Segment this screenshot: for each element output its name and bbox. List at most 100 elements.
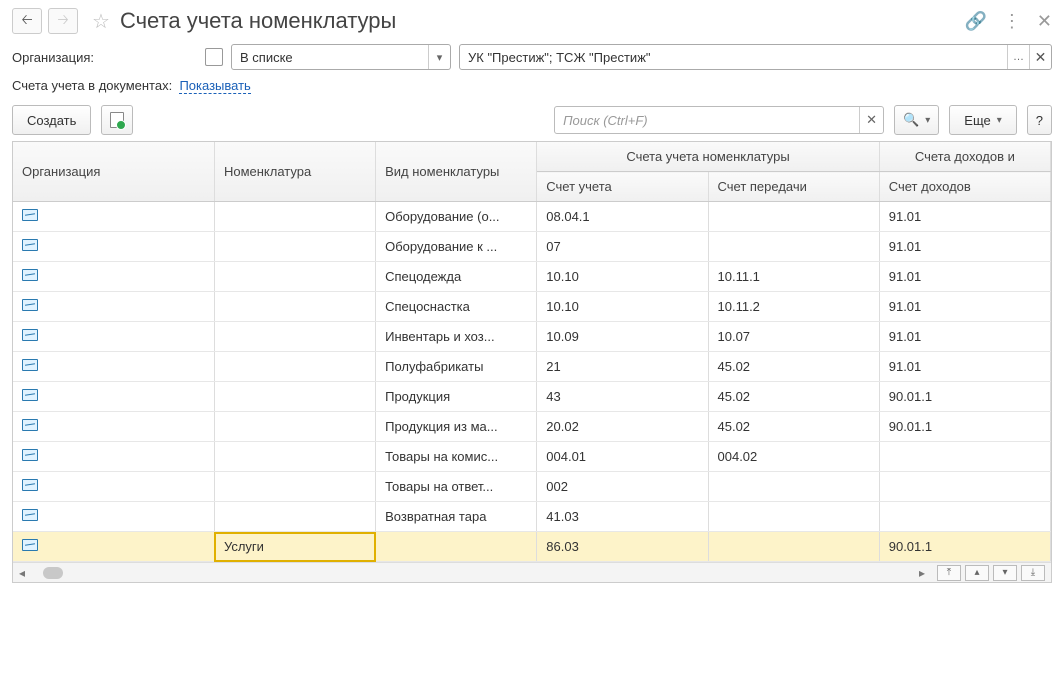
table-cell[interactable]: 41.03 bbox=[537, 502, 708, 532]
col-income-group[interactable]: Счета доходов и bbox=[879, 142, 1050, 172]
table-cell[interactable]: Продукция из ма... bbox=[376, 412, 537, 442]
table-cell[interactable] bbox=[13, 412, 214, 442]
filter-values-combo[interactable]: УК "Престиж"; ТСЖ "Престиж" … ✕ bbox=[459, 44, 1052, 70]
table-cell[interactable] bbox=[214, 442, 375, 472]
table-cell[interactable]: Товары на ответ... bbox=[376, 472, 537, 502]
table-cell[interactable] bbox=[13, 262, 214, 292]
nav-back-button[interactable]: 🡠 bbox=[12, 8, 42, 34]
table-row[interactable]: Оборудование к ...07 91.01 bbox=[13, 232, 1051, 262]
table-cell[interactable] bbox=[879, 442, 1050, 472]
scroll-left-icon[interactable]: ◂ bbox=[13, 566, 31, 580]
table-cell[interactable]: 45.02 bbox=[708, 412, 879, 442]
table-cell[interactable]: Полуфабрикаты bbox=[376, 352, 537, 382]
ellipsis-button[interactable]: … bbox=[1007, 45, 1029, 69]
table-cell[interactable]: 86.03 bbox=[537, 532, 708, 562]
table-cell[interactable]: 91.01 bbox=[879, 202, 1050, 232]
table-cell[interactable]: 45.02 bbox=[708, 382, 879, 412]
table-cell[interactable] bbox=[708, 232, 879, 262]
table-cell[interactable]: Продукция bbox=[376, 382, 537, 412]
table-cell[interactable]: 20.02 bbox=[537, 412, 708, 442]
table-cell[interactable] bbox=[13, 202, 214, 232]
org-filter-checkbox[interactable] bbox=[205, 48, 223, 66]
table-cell[interactable] bbox=[214, 232, 375, 262]
table-cell[interactable]: Возвратная тара bbox=[376, 502, 537, 532]
nav-up-button[interactable]: ▴ bbox=[965, 565, 989, 581]
clear-filter-button[interactable]: ✕ bbox=[1029, 45, 1051, 69]
table-cell[interactable]: 10.09 bbox=[537, 322, 708, 352]
table-cell[interactable]: 10.07 bbox=[708, 322, 879, 352]
table-row[interactable]: Продукция4345.0290.01.1 bbox=[13, 382, 1051, 412]
table-cell[interactable]: 07 bbox=[537, 232, 708, 262]
table-cell[interactable]: 002 bbox=[537, 472, 708, 502]
horizontal-scrollbar[interactable]: ◂ ▸ ⤒ ▴ ▾ ⤓ bbox=[13, 562, 1051, 582]
search-input[interactable] bbox=[555, 107, 859, 133]
table-cell[interactable]: Инвентарь и хоз... bbox=[376, 322, 537, 352]
nav-last-button[interactable]: ⤓ bbox=[1021, 565, 1045, 581]
table-cell[interactable]: 10.10 bbox=[537, 262, 708, 292]
table-cell[interactable] bbox=[214, 502, 375, 532]
table-cell[interactable]: 10.10 bbox=[537, 292, 708, 322]
nav-forward-button[interactable]: 🡢 bbox=[48, 8, 78, 34]
docs-display-link[interactable]: Показывать bbox=[179, 78, 250, 94]
filter-mode-combo[interactable]: В списке ▾ bbox=[231, 44, 451, 70]
link-icon[interactable]: 🔗 bbox=[964, 11, 986, 32]
favorite-star-icon[interactable]: ☆ bbox=[92, 9, 110, 34]
table-cell[interactable]: 90.01.1 bbox=[879, 382, 1050, 412]
create-button[interactable]: Создать bbox=[12, 105, 91, 135]
table-cell[interactable]: 21 bbox=[537, 352, 708, 382]
scroll-thumb[interactable] bbox=[43, 567, 63, 579]
table-cell[interactable]: 10.11.1 bbox=[708, 262, 879, 292]
table-cell[interactable]: 004.02 bbox=[708, 442, 879, 472]
table-cell[interactable] bbox=[214, 412, 375, 442]
nav-first-button[interactable]: ⤒ bbox=[937, 565, 961, 581]
table-cell[interactable]: 10.11.2 bbox=[708, 292, 879, 322]
search-button[interactable]: 🔍 ▾ bbox=[894, 105, 939, 135]
table-cell[interactable] bbox=[708, 532, 879, 562]
table-cell[interactable] bbox=[13, 322, 214, 352]
table-cell[interactable] bbox=[13, 352, 214, 382]
col-income[interactable]: Счет доходов bbox=[879, 172, 1050, 202]
table-cell[interactable]: 45.02 bbox=[708, 352, 879, 382]
table-cell[interactable] bbox=[879, 472, 1050, 502]
nav-down-button[interactable]: ▾ bbox=[993, 565, 1017, 581]
table-cell[interactable]: 90.01.1 bbox=[879, 412, 1050, 442]
help-button[interactable]: ? bbox=[1027, 105, 1052, 135]
table-row[interactable]: Товары на ответ...002 bbox=[13, 472, 1051, 502]
table-cell[interactable]: Оборудование к ... bbox=[376, 232, 537, 262]
table-cell[interactable] bbox=[214, 352, 375, 382]
table-cell[interactable] bbox=[708, 202, 879, 232]
table-cell[interactable] bbox=[214, 382, 375, 412]
more-button[interactable]: Еще ▾ bbox=[949, 105, 1016, 135]
col-accounts-group[interactable]: Счета учета номенклатуры bbox=[537, 142, 879, 172]
table-cell[interactable] bbox=[214, 292, 375, 322]
table-row[interactable]: Спецодежда10.1010.11.191.01 bbox=[13, 262, 1051, 292]
table-cell[interactable]: Услуги bbox=[214, 532, 375, 562]
col-nomen[interactable]: Номенклатура bbox=[214, 142, 375, 202]
table-row[interactable]: Услуги86.0390.01.1 bbox=[13, 532, 1051, 562]
search-clear-button[interactable]: ✕ bbox=[859, 107, 883, 133]
table-cell[interactable]: 91.01 bbox=[879, 322, 1050, 352]
table-cell[interactable]: 08.04.1 bbox=[537, 202, 708, 232]
col-org[interactable]: Организация bbox=[13, 142, 214, 202]
chevron-down-icon[interactable]: ▾ bbox=[428, 45, 450, 69]
table-cell[interactable] bbox=[13, 472, 214, 502]
col-acct[interactable]: Счет учета bbox=[537, 172, 708, 202]
table-cell[interactable]: 91.01 bbox=[879, 232, 1050, 262]
close-icon[interactable]: ✕ bbox=[1037, 11, 1052, 32]
table-cell[interactable]: Оборудование (о... bbox=[376, 202, 537, 232]
table-cell[interactable] bbox=[13, 442, 214, 472]
table-cell[interactable] bbox=[13, 292, 214, 322]
table-row[interactable]: Спецоснастка10.1010.11.291.01 bbox=[13, 292, 1051, 322]
table-cell[interactable] bbox=[13, 532, 214, 562]
table-cell[interactable]: 91.01 bbox=[879, 292, 1050, 322]
table-cell[interactable]: Товары на комис... bbox=[376, 442, 537, 472]
table-cell[interactable]: 43 bbox=[537, 382, 708, 412]
table-row[interactable]: Продукция из ма...20.0245.0290.01.1 bbox=[13, 412, 1051, 442]
table-cell[interactable] bbox=[879, 502, 1050, 532]
table-cell[interactable]: Спецодежда bbox=[376, 262, 537, 292]
table-cell[interactable] bbox=[214, 472, 375, 502]
table-cell[interactable] bbox=[214, 202, 375, 232]
table-cell[interactable] bbox=[13, 502, 214, 532]
col-transfer[interactable]: Счет передачи bbox=[708, 172, 879, 202]
col-kind[interactable]: Вид номенклатуры bbox=[376, 142, 537, 202]
